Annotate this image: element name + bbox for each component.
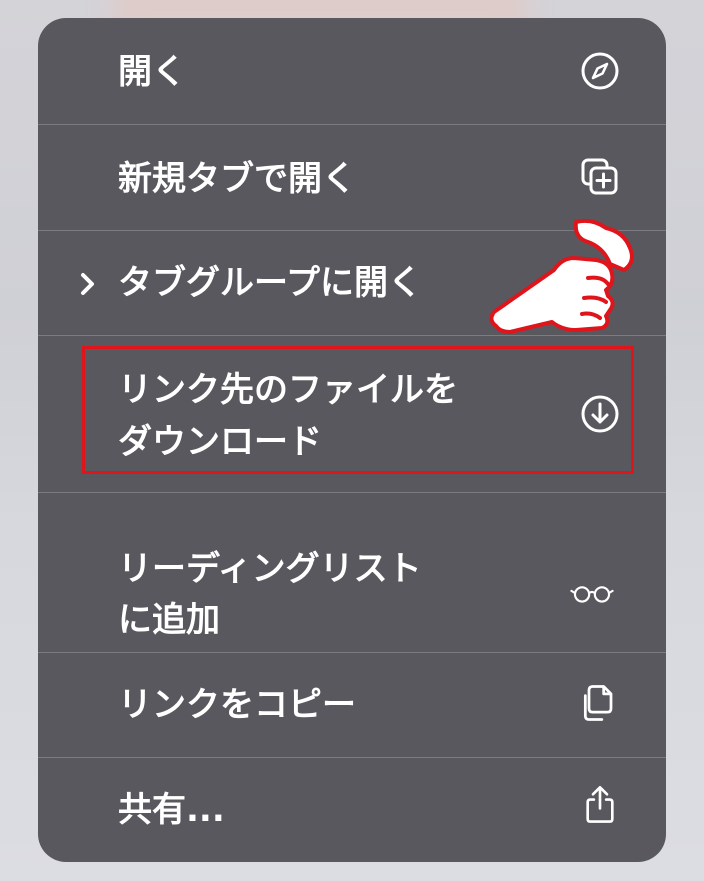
- share-icon: [578, 782, 622, 832]
- menu-item-open[interactable]: 開く: [38, 18, 666, 124]
- menu-item-label: 新規タブで開く: [118, 159, 356, 199]
- menu-item-label: 開く: [118, 52, 186, 92]
- menu-item-label: 共有...: [118, 790, 225, 830]
- menu-item-label: タブグループに開く: [118, 263, 422, 303]
- compass-icon: [578, 49, 622, 93]
- glasses-icon: [570, 571, 632, 615]
- menu-item-add-reading-list[interactable]: リーディングリスト に追加: [38, 493, 666, 652]
- new-tab-icon: [578, 155, 622, 199]
- menu-item-open-new-tab[interactable]: 新規タブで開く: [38, 125, 666, 230]
- pointing-hand-icon: [484, 218, 644, 344]
- chevron-right-icon: [76, 267, 100, 301]
- menu-item-label-line1: リーディングリスト: [118, 549, 422, 589]
- menu-item-label: リンクをコピー: [118, 685, 356, 725]
- menu-item-share[interactable]: 共有...: [38, 758, 666, 862]
- menu-item-copy-link[interactable]: リンクをコピー: [38, 653, 666, 757]
- highlight-box: [82, 346, 634, 474]
- menu-item-label-line2: に追加: [118, 600, 220, 640]
- copy-icon: [578, 681, 622, 729]
